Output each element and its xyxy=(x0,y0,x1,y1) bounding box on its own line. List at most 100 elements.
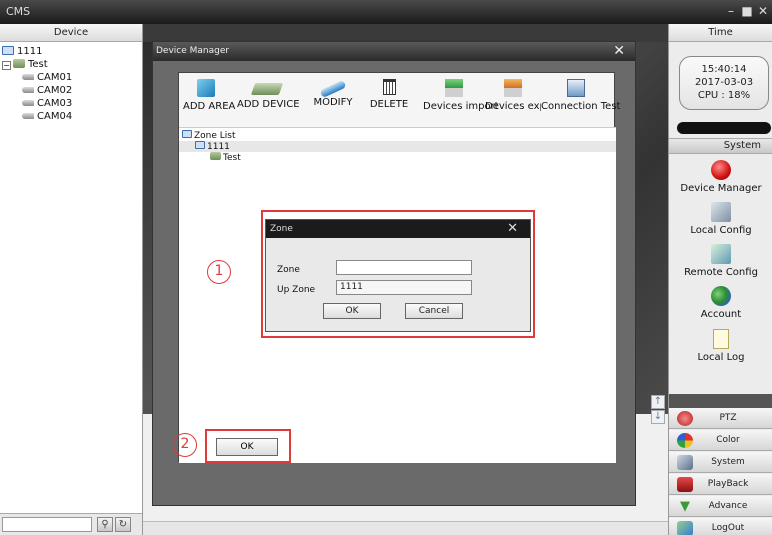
camera-icon xyxy=(22,113,34,119)
device-icon xyxy=(13,59,25,68)
menu-label: Local Log xyxy=(697,352,745,363)
ptz-button[interactable]: PTZ xyxy=(669,408,772,429)
control-panel: Time 15:40:14 2017-03-03 CPU : 18% Syste… xyxy=(668,24,772,535)
tree-label: CAM01 xyxy=(37,72,73,83)
button-label: System xyxy=(711,457,745,467)
delete-icon xyxy=(382,79,396,95)
tree-label: CAM03 xyxy=(37,98,73,109)
devices-import-button[interactable]: Devices import xyxy=(423,79,499,112)
playback-button[interactable]: PlayBack xyxy=(669,474,772,495)
tree-item-camera[interactable]: CAM02 xyxy=(22,84,72,97)
menu-local-log[interactable]: Local Log xyxy=(669,329,772,363)
button-label: LogOut xyxy=(711,523,745,533)
menu-account[interactable]: Account xyxy=(669,286,772,320)
tree-item-zone[interactable]: 1111 xyxy=(2,45,42,58)
refresh-icon[interactable]: ↻ xyxy=(115,517,131,532)
devices-export-button[interactable]: Devices expor xyxy=(485,79,541,112)
local-log-icon xyxy=(713,329,729,349)
add-device-button[interactable]: ADD DEVICE xyxy=(237,79,300,110)
tree-label: CAM04 xyxy=(37,111,73,122)
menu-label: Account xyxy=(700,309,742,320)
modify-icon xyxy=(319,79,347,99)
tool-label: ADD DEVICE xyxy=(237,99,300,110)
search-icon[interactable]: ⚲ xyxy=(97,517,113,532)
collapse-icon[interactable]: − xyxy=(2,61,11,70)
zone-icon xyxy=(195,141,205,149)
clock-date: 2017-03-03 xyxy=(694,77,754,88)
tree-label: 1111 xyxy=(207,142,230,152)
device-panel: Device 1111 − Test CAM01 CAM02 CAM03 CAM0… xyxy=(0,24,143,535)
modify-button[interactable]: MODIFY xyxy=(313,79,353,108)
delete-button[interactable]: DELETE xyxy=(369,79,409,110)
clock-time: 15:40:14 xyxy=(701,64,747,75)
tree-item-camera[interactable]: CAM03 xyxy=(22,97,72,110)
tool-label: Devices expor xyxy=(485,101,541,112)
time-panel-header: Time xyxy=(669,24,772,42)
panel-divider xyxy=(669,394,772,408)
status-bar xyxy=(677,122,771,134)
camera-icon xyxy=(22,100,34,106)
tree-item-zone[interactable]: 1111 xyxy=(179,141,616,152)
menu-local-config[interactable]: Local Config xyxy=(669,202,772,236)
step2-marker: 2 xyxy=(173,433,197,457)
maximize-icon[interactable]: ■ xyxy=(740,4,754,18)
app-title: CMS xyxy=(6,5,31,18)
connection-test-button[interactable]: Connection Test xyxy=(541,79,620,112)
tool-label: DELETE xyxy=(369,99,409,110)
device-icon xyxy=(210,152,221,160)
cpu-usage: CPU : 18% xyxy=(697,90,751,101)
close-icon[interactable]: ✕ xyxy=(507,222,518,236)
horizontal-scrollbar[interactable] xyxy=(143,521,668,535)
app-titlebar: CMS – ■ ✕ xyxy=(0,0,772,24)
menu-device-manager[interactable]: Device Manager xyxy=(669,160,772,194)
button-label: PTZ xyxy=(719,413,737,423)
connection-test-icon xyxy=(567,79,585,97)
button-label: Color xyxy=(716,435,740,445)
tree-label: Test xyxy=(223,153,241,163)
tree-item-device[interactable]: − Test xyxy=(2,58,48,71)
device-search-bar: ⚲ ↻ xyxy=(0,513,142,535)
color-button[interactable]: Color xyxy=(669,430,772,451)
camera-icon xyxy=(22,74,34,80)
tree-label: 1111 xyxy=(17,46,43,57)
minimize-icon[interactable]: – xyxy=(724,4,738,18)
zone-label: Zone xyxy=(277,265,300,275)
device-manager-ok-button[interactable]: OK xyxy=(216,438,278,456)
add-area-button[interactable]: ADD AREA xyxy=(183,79,235,112)
zone-icon xyxy=(182,130,192,138)
tree-item-device[interactable]: Test xyxy=(210,152,241,163)
tree-root-zone-list[interactable]: Zone List xyxy=(182,130,236,141)
tree-item-camera[interactable]: CAM04 xyxy=(22,110,72,123)
advance-button[interactable]: ▼ Advance xyxy=(669,496,772,517)
import-icon xyxy=(445,79,463,97)
scroll-up-icon[interactable]: ↑ xyxy=(651,395,665,409)
system-button[interactable]: System xyxy=(669,452,772,473)
tool-label: MODIFY xyxy=(313,97,353,108)
menu-label: Device Manager xyxy=(680,183,762,194)
dialog-title: Device Manager xyxy=(153,42,635,61)
menu-label: Local Config xyxy=(690,225,752,236)
device-search-input[interactable] xyxy=(2,517,92,532)
device-manager-icon xyxy=(711,160,731,180)
tree-item-camera[interactable]: CAM01 xyxy=(22,71,72,84)
local-config-icon xyxy=(711,202,731,222)
scroll-down-icon[interactable]: ↓ xyxy=(651,410,665,424)
clock-display: 15:40:14 2017-03-03 CPU : 18% xyxy=(679,56,769,110)
tree-label: Zone List xyxy=(194,131,236,141)
menu-remote-config[interactable]: Remote Config xyxy=(669,244,772,278)
step1-marker: 1 xyxy=(207,260,231,284)
tool-label: Connection Test xyxy=(541,101,621,112)
zone-cancel-button[interactable]: Cancel xyxy=(405,303,463,319)
button-label: Advance xyxy=(708,501,748,511)
tree-label: Test xyxy=(28,59,48,70)
upzone-field[interactable]: 1111 xyxy=(336,280,472,295)
add-area-icon xyxy=(197,79,215,97)
add-device-icon xyxy=(250,83,284,95)
close-icon[interactable]: ✕ xyxy=(756,4,770,18)
upzone-label: Up Zone xyxy=(277,285,316,295)
zone-name-input[interactable] xyxy=(336,260,472,275)
zone-dialog: Zone ✕ Zone Up Zone 1111 OK Cancel xyxy=(265,219,531,332)
close-icon[interactable]: ✕ xyxy=(613,44,625,58)
zone-ok-button[interactable]: OK xyxy=(323,303,381,319)
logout-button[interactable]: LogOut xyxy=(669,518,772,535)
